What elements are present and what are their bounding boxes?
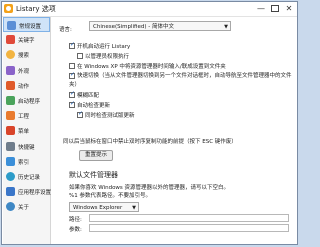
sidebar-item-appearance[interactable]: 外观 bbox=[3, 63, 50, 78]
sidebar-item-search[interactable]: 搜索 bbox=[3, 47, 50, 62]
general-settings-panel: 语言: Chinese(Simplified) - 简体中文 ▼ 开机启动运行 … bbox=[57, 17, 297, 245]
path-input[interactable] bbox=[89, 214, 289, 222]
sidebar-item-label: 关键字 bbox=[18, 38, 35, 45]
checkbox-icon bbox=[69, 63, 75, 69]
sidebar-item-label: 启动程序 bbox=[18, 98, 41, 105]
sidebar-item-label: 快捷键 bbox=[18, 144, 35, 151]
listary-app-icon bbox=[4, 4, 13, 13]
checkbox-label: 同时检查测试版更新 bbox=[85, 113, 135, 119]
palette-icon bbox=[6, 65, 15, 75]
sidebar-item-about[interactable]: 关于 bbox=[3, 199, 50, 214]
close-button[interactable]: ✕ bbox=[282, 3, 296, 14]
checkbox-label: 以管理员权限执行 bbox=[85, 54, 130, 60]
run-as-admin-checkbox[interactable]: 以管理员权限执行 bbox=[77, 52, 129, 60]
startup-checkbox[interactable]: 开机启动运行 Listary bbox=[69, 41, 131, 50]
checkbox-icon bbox=[77, 53, 83, 59]
checkbox-label: 模糊匹配 bbox=[77, 93, 100, 99]
language-value: Chinese(Simplified) - 简体中文 bbox=[93, 24, 175, 30]
beta-update-checkbox[interactable]: 同时检查测试版更新 bbox=[77, 110, 135, 119]
sidebar-item-menu[interactable]: 菜单 bbox=[3, 123, 50, 138]
abc-icon bbox=[6, 35, 15, 45]
sidebar-item-label: 索引 bbox=[18, 159, 30, 166]
launch-icon bbox=[6, 95, 15, 105]
app-settings-icon bbox=[6, 187, 15, 197]
disable-note: 同以后当鼠标在窗口中禁止双时序复制功能的前提（按下 ESC 键作废） bbox=[63, 139, 237, 145]
sidebar-item-app-settings[interactable]: 应用程序设置 bbox=[3, 184, 52, 199]
checkbox-icon bbox=[69, 90, 75, 98]
gear-icon bbox=[7, 21, 16, 30]
sidebar-item-label: 历史记录 bbox=[18, 174, 41, 181]
checkbox-label: 快速切换（当从文件管理器切换到另一个文件对话框时，自动导航至文件管理器中的文件夹… bbox=[69, 73, 292, 88]
file-manager-value: Windows Explorer bbox=[73, 205, 123, 211]
index-icon bbox=[6, 156, 15, 166]
checkbox-icon bbox=[69, 71, 75, 79]
sidebar-item-general[interactable]: 常规设置 bbox=[3, 17, 50, 33]
action-icon bbox=[6, 80, 15, 90]
checkbox-icon bbox=[69, 100, 75, 108]
menu-icon bbox=[6, 126, 15, 136]
options-window: Listary 选项 — ✕ 常规设置 关键字 搜索 外观 动作 启动程序 工程… bbox=[1, 1, 298, 245]
window-title: Listary 选项 bbox=[16, 5, 56, 13]
xp-explorer-checkbox[interactable]: 在 Windows XP 中将资源管理器时间输入/联成设置到文件夹 bbox=[69, 62, 226, 70]
sidebar-item-projects[interactable]: 工程 bbox=[3, 108, 50, 123]
sidebar-item-label: 关于 bbox=[18, 205, 30, 212]
maximize-button[interactable] bbox=[268, 3, 282, 14]
checkbox-label: 在 Windows XP 中将资源管理器时间输入/联成设置到文件夹 bbox=[77, 64, 226, 70]
project-icon bbox=[6, 111, 15, 121]
sidebar-item-launcher[interactable]: 启动程序 bbox=[3, 93, 50, 108]
file-manager-select[interactable]: Windows Explorer ▼ bbox=[69, 202, 139, 212]
language-label: 语言: bbox=[59, 27, 72, 33]
fuzzy-match-checkbox[interactable]: 模糊匹配 bbox=[69, 90, 100, 99]
chevron-down-icon: ▼ bbox=[224, 24, 228, 30]
info-icon bbox=[6, 202, 15, 212]
sidebar-item-hotkeys[interactable]: 快捷键 bbox=[3, 139, 50, 154]
minimize-button[interactable]: — bbox=[254, 3, 268, 14]
settings-sidebar: 常规设置 关键字 搜索 外观 动作 启动程序 工程 菜单 快捷键 索引 历史记录… bbox=[3, 17, 51, 244]
path-label: 路径: bbox=[69, 217, 82, 223]
sidebar-item-label: 工程 bbox=[18, 114, 30, 121]
sidebar-item-label: 动作 bbox=[18, 83, 30, 90]
sidebar-item-history[interactable]: 历史记录 bbox=[3, 169, 50, 184]
checkbox-label: 自动检查更新 bbox=[77, 103, 111, 109]
file-manager-title: 默认文件管理器 bbox=[69, 171, 118, 179]
keyboard-icon bbox=[6, 141, 15, 151]
search-icon bbox=[6, 50, 15, 60]
checkbox-label: 开机启动运行 Listary bbox=[77, 44, 131, 50]
file-manager-description: 如果你喜欢 Windows 资源管理器以外的管理器，请写以下空白。 %1 参数代… bbox=[69, 184, 289, 200]
sidebar-item-label: 外观 bbox=[18, 68, 30, 75]
file-manager-desc-line1: 如果你喜欢 Windows 资源管理器以外的管理器，请写以下空白。 bbox=[69, 185, 230, 191]
reset-tips-button[interactable]: 重置提示 bbox=[79, 150, 113, 161]
sidebar-item-label: 应用程序设置 bbox=[18, 190, 52, 197]
quick-switch-checkbox[interactable]: 快速切换（当从文件管理器切换到另一个文件对话框时，自动导航至文件管理器中的文件夹… bbox=[69, 71, 294, 89]
checkbox-icon bbox=[77, 110, 83, 118]
sidebar-item-label: 搜索 bbox=[18, 53, 30, 60]
sidebar-item-label: 菜单 bbox=[18, 129, 30, 136]
params-input[interactable] bbox=[89, 224, 289, 232]
history-icon bbox=[6, 171, 15, 181]
chevron-down-icon: ▼ bbox=[132, 205, 136, 211]
title-bar: Listary 选项 — ✕ bbox=[2, 2, 297, 17]
sidebar-item-actions[interactable]: 动作 bbox=[3, 78, 50, 93]
sidebar-item-index[interactable]: 索引 bbox=[3, 154, 50, 169]
sidebar-item-keywords[interactable]: 关键字 bbox=[3, 32, 50, 47]
file-manager-desc-line2: %1 参数代表路径。不要加引号。 bbox=[69, 193, 151, 199]
auto-update-checkbox[interactable]: 自动检查更新 bbox=[69, 100, 111, 109]
language-select[interactable]: Chinese(Simplified) - 简体中文 ▼ bbox=[89, 21, 231, 31]
checkbox-icon bbox=[69, 41, 75, 49]
params-label: 参数: bbox=[69, 227, 82, 233]
sidebar-item-label: 常规设置 bbox=[19, 24, 42, 30]
